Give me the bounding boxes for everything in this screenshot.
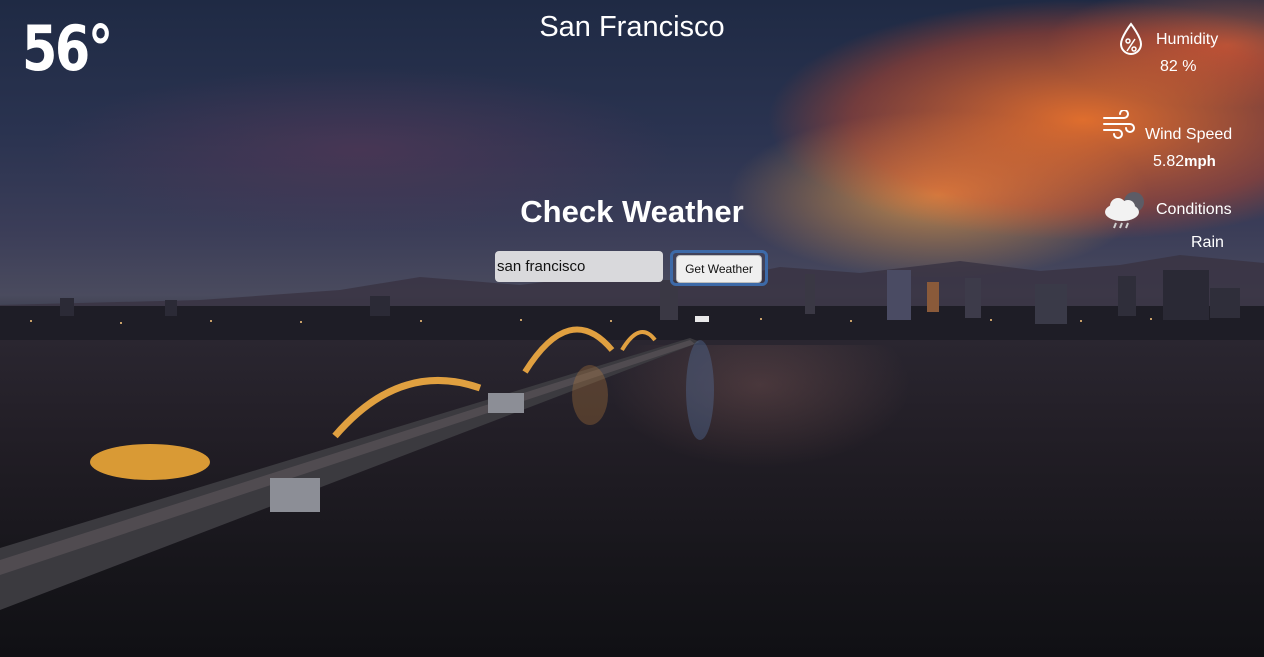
humidity-value: 82 %	[1160, 58, 1197, 75]
get-weather-button[interactable]: Get Weather	[676, 255, 762, 283]
city-search-input[interactable]	[495, 251, 663, 282]
wind-speed-unit: mph	[1184, 153, 1216, 170]
wind-speed-value: 5.82mph	[1153, 153, 1216, 171]
background-image	[0, 0, 1264, 657]
page-title: Check Weather	[520, 194, 744, 229]
conditions-value: Rain	[1191, 234, 1224, 251]
wind-icon	[1103, 110, 1135, 139]
button-focus-ring: Get Weather	[670, 250, 768, 286]
humidity-label: Humidity	[1156, 31, 1219, 48]
rain-cloud-icon	[1105, 192, 1144, 229]
conditions-label: Conditions	[1156, 201, 1232, 218]
humidity-drop-icon	[1119, 22, 1143, 55]
wind-speed-number: 5.82	[1153, 153, 1185, 170]
city-name: San Francisco	[539, 11, 725, 43]
wind-speed-label: Wind Speed	[1145, 126, 1233, 143]
weather-page: 56° San Francisco Check Weather Get Weat…	[0, 0, 1264, 657]
